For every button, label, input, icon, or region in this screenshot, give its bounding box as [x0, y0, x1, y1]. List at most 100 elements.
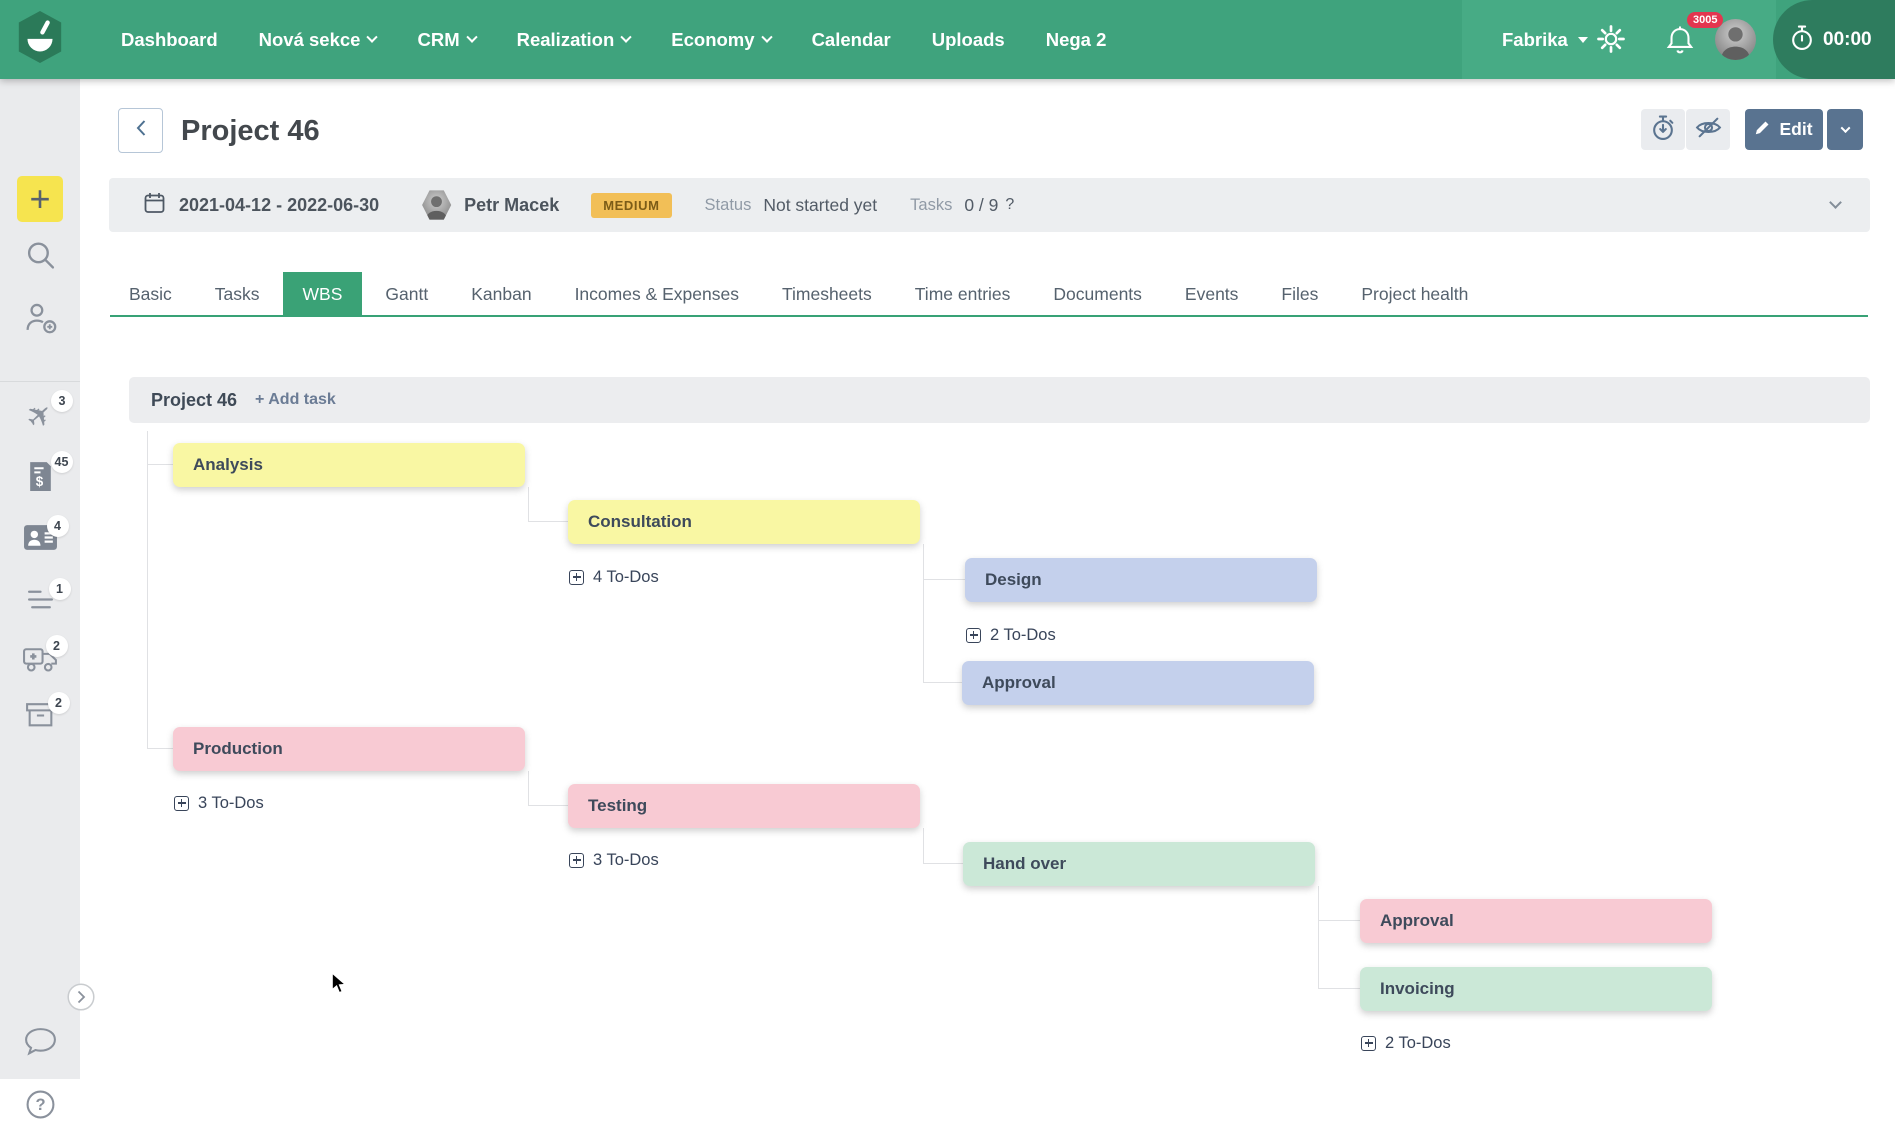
workspace-selector[interactable]: Fabrika	[1502, 0, 1588, 79]
sidebar-item-archive[interactable]: 2	[0, 701, 80, 735]
owner-avatar	[421, 190, 452, 221]
nav-item-crm[interactable]: CRM	[417, 29, 475, 51]
nav-item-economy[interactable]: Economy	[671, 29, 770, 51]
archive-box-icon	[24, 717, 57, 734]
mouse-cursor	[331, 972, 348, 1000]
tab-project-health[interactable]: Project health	[1361, 272, 1468, 315]
tasks-help[interactable]: ?	[1005, 196, 1014, 214]
todos-expander[interactable]: 2 To-Dos	[1361, 1031, 1451, 1055]
count-badge: 45	[51, 451, 73, 473]
timer-value: 00:00	[1823, 29, 1872, 51]
count-badge: 1	[49, 578, 71, 600]
tab-tasks[interactable]: Tasks	[215, 272, 260, 315]
project-owner: Petr Macek	[464, 195, 559, 216]
sidebar-item-contacts[interactable]: 4	[0, 524, 80, 556]
nav-item-nega2[interactable]: Nega 2	[1046, 29, 1107, 51]
wbs-node-approval[interactable]: Approval	[962, 661, 1314, 705]
chevron-down-icon	[367, 31, 378, 42]
tree-connector	[923, 580, 962, 683]
plus-square-icon	[1361, 1036, 1376, 1051]
user-add-icon	[23, 301, 58, 339]
app-logo[interactable]	[0, 0, 80, 79]
main-navigation: Dashboard Nová sekce CRM Realization Eco…	[121, 0, 1106, 79]
wbs-root-label: Project 46	[151, 390, 237, 411]
tree-connector	[923, 828, 963, 864]
wbs-node-analysis[interactable]: Analysis	[173, 443, 525, 487]
tab-files[interactable]: Files	[1281, 272, 1318, 315]
settings-button[interactable]	[1596, 24, 1626, 59]
wbs-node-design[interactable]: Design	[965, 558, 1317, 602]
wbs-node-testing[interactable]: Testing	[568, 784, 920, 828]
tasks-value: 0 / 9	[964, 195, 998, 216]
tab-wbs[interactable]: WBS	[283, 272, 363, 315]
todos-expander[interactable]: 2 To-Dos	[966, 623, 1056, 647]
sidebar-item-notes[interactable]: 1	[0, 587, 80, 617]
tab-gantt[interactable]: Gantt	[385, 272, 428, 315]
stopwatch-icon	[1651, 114, 1675, 146]
page-title: Project 46	[181, 115, 320, 148]
count-badge: 2	[46, 635, 68, 657]
wbs-node-consultation[interactable]: Consultation	[568, 500, 920, 544]
stopwatch-icon	[1790, 24, 1814, 56]
eye-slash-icon	[1695, 115, 1722, 145]
back-button[interactable]	[118, 108, 163, 153]
svg-text:$: $	[35, 474, 43, 489]
help-button[interactable]: ?	[0, 1089, 80, 1125]
tab-incomes-expenses[interactable]: Incomes & Expenses	[575, 272, 739, 315]
nav-item-realization[interactable]: Realization	[517, 29, 631, 51]
chevron-left-icon	[135, 119, 147, 142]
sidebar-item-logistics[interactable]: 2	[0, 644, 80, 680]
nav-item-uploads[interactable]: Uploads	[932, 29, 1005, 51]
wbs-node-hand-over[interactable]: Hand over	[963, 842, 1315, 886]
tree-connector	[1318, 886, 1360, 921]
tab-events[interactable]: Events	[1185, 272, 1239, 315]
sidebar-expand-button[interactable]	[67, 983, 95, 1011]
tree-connector	[1318, 921, 1360, 989]
time-tracker[interactable]: 00:00	[1773, 0, 1895, 79]
plus-square-icon	[569, 570, 584, 585]
wbs-node-production[interactable]: Production	[173, 727, 525, 771]
search-button[interactable]	[0, 239, 80, 277]
tab-documents[interactable]: Documents	[1053, 272, 1142, 315]
tab-timesheets[interactable]: Timesheets	[782, 272, 872, 315]
nav-item-calendar[interactable]: Calendar	[812, 29, 891, 51]
add-task-link[interactable]: + Add task	[255, 391, 336, 409]
tree-connector	[528, 771, 568, 806]
sidebar-item-invoices[interactable]: $ 45	[0, 460, 80, 498]
edit-dropdown-button[interactable]	[1827, 109, 1863, 150]
add-contact-button[interactable]	[0, 301, 80, 339]
hide-button[interactable]	[1686, 109, 1730, 150]
todos-expander[interactable]: 4 To-Dos	[569, 565, 659, 589]
calendar-icon	[144, 192, 165, 219]
tab-time-entries[interactable]: Time entries	[915, 272, 1011, 315]
collapse-chevron-icon[interactable]	[1829, 196, 1842, 209]
chat-button[interactable]	[0, 1026, 80, 1062]
status-label: Status	[705, 196, 752, 215]
nav-item-nova-sekce[interactable]: Nová sekce	[259, 29, 377, 51]
status-value: Not started yet	[763, 195, 877, 216]
quick-add-button[interactable]: +	[0, 176, 80, 222]
tree-connector	[147, 431, 173, 465]
todos-expander[interactable]: 3 To-Dos	[569, 848, 659, 872]
user-avatar[interactable]	[1715, 19, 1756, 60]
sidebar-divider	[0, 381, 80, 382]
tab-kanban[interactable]: Kanban	[471, 272, 531, 315]
sidebar-item-trips[interactable]: ✈ 3	[0, 399, 80, 433]
wbs-node-invoicing[interactable]: Invoicing	[1360, 967, 1712, 1011]
chat-bubble-icon	[23, 1026, 58, 1062]
todos-expander[interactable]: 3 To-Dos	[174, 791, 264, 815]
track-time-button[interactable]	[1641, 109, 1685, 150]
plus-square-icon	[174, 796, 189, 811]
notifications-button[interactable]	[1666, 25, 1694, 60]
nav-item-dashboard[interactable]: Dashboard	[121, 29, 218, 51]
plus-square-icon	[569, 853, 584, 868]
bell-icon	[1666, 42, 1694, 59]
edit-button[interactable]: Edit	[1745, 109, 1823, 150]
chevron-down-icon	[1840, 123, 1850, 133]
count-badge: 4	[47, 515, 69, 537]
tab-basic[interactable]: Basic	[129, 272, 172, 315]
project-tabs: Basic Tasks WBS Gantt Kanban Incomes & E…	[110, 272, 1868, 317]
wbs-node-approval-2[interactable]: Approval	[1360, 899, 1712, 943]
gear-icon	[1596, 41, 1626, 58]
count-badge: 3	[51, 390, 73, 412]
